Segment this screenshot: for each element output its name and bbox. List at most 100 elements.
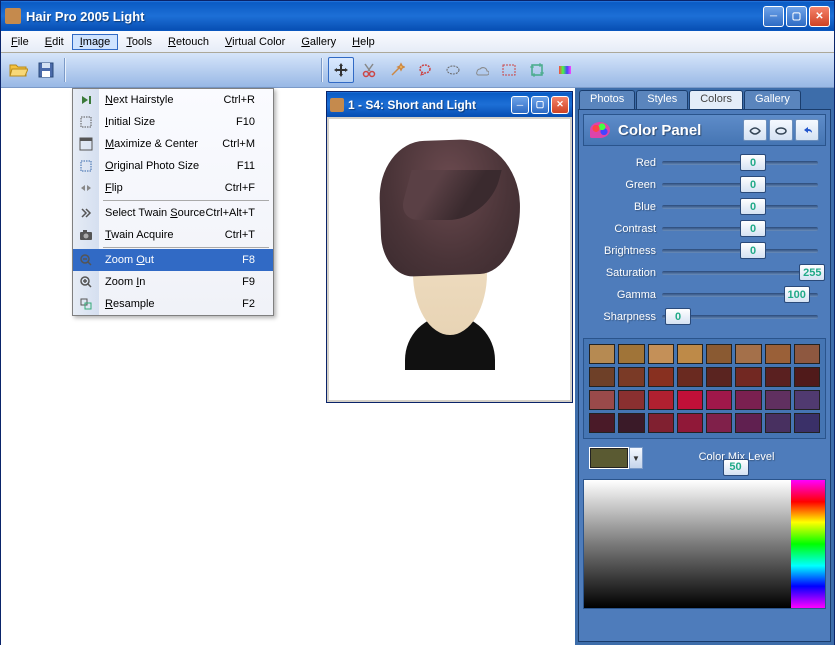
menu-help[interactable]: Help	[344, 34, 383, 50]
swatch-6[interactable]	[765, 344, 791, 364]
menu-item-next-hairstyle[interactable]: Next HairstyleCtrl+R	[73, 89, 273, 111]
image-window-titlebar[interactable]: 1 - S4: Short and Light ─ ▢ ✕	[327, 92, 572, 117]
swatch-30[interactable]	[765, 413, 791, 433]
swatch-21[interactable]	[735, 390, 761, 410]
menu-item-resample[interactable]: ResampleF2	[73, 293, 273, 315]
swatch-23[interactable]	[794, 390, 820, 410]
swatch-29[interactable]	[735, 413, 761, 433]
swatch-2[interactable]	[648, 344, 674, 364]
maximize-button[interactable]: ▢	[786, 6, 807, 27]
swatch-5[interactable]	[735, 344, 761, 364]
menu-virtual-color[interactable]: Virtual Color	[217, 34, 293, 50]
color-spectrum[interactable]	[583, 479, 826, 609]
swatch-12[interactable]	[706, 367, 732, 387]
mix-level-thumb[interactable]: 50	[723, 459, 749, 476]
menu-item-original-photo-size[interactable]: Original Photo SizeF11	[73, 155, 273, 177]
toolbar-ellipse[interactable]	[440, 57, 466, 83]
toolbar-crop[interactable]	[524, 57, 550, 83]
swatch-13[interactable]	[735, 367, 761, 387]
toolbar-marquee[interactable]	[496, 57, 522, 83]
image-window-minimize[interactable]: ─	[511, 96, 529, 114]
menu-tools[interactable]: Tools	[118, 34, 160, 50]
swatch-28[interactable]	[706, 413, 732, 433]
swatch-14[interactable]	[765, 367, 791, 387]
swatch-16[interactable]	[589, 390, 615, 410]
grey-gradient[interactable]	[584, 480, 791, 608]
swatch-1[interactable]	[618, 344, 644, 364]
menu-item-select-twain-source[interactable]: Select Twain SourceCtrl+Alt+T	[73, 202, 273, 224]
swatch-22[interactable]	[765, 390, 791, 410]
swatch-11[interactable]	[677, 367, 703, 387]
toolbar-cut[interactable]	[356, 57, 382, 83]
tab-photos[interactable]: Photos	[579, 90, 635, 109]
slider-thumb[interactable]: 0	[740, 198, 766, 215]
slider-thumb[interactable]: 0	[740, 154, 766, 171]
swatch-26[interactable]	[648, 413, 674, 433]
swatch-17[interactable]	[618, 390, 644, 410]
image-window-close[interactable]: ✕	[551, 96, 569, 114]
toolbar-wand[interactable]	[384, 57, 410, 83]
menu-edit[interactable]: Edit	[37, 34, 72, 50]
swatch-20[interactable]	[706, 390, 732, 410]
slider-green: Green0	[587, 174, 822, 196]
toolbar-open[interactable]	[5, 57, 31, 83]
image-window-maximize[interactable]: ▢	[531, 96, 549, 114]
swatch-31[interactable]	[794, 413, 820, 433]
menu-item-initial-size[interactable]: Initial SizeF10	[73, 111, 273, 133]
slider-thumb[interactable]: 0	[740, 242, 766, 259]
tab-colors[interactable]: Colors	[689, 90, 743, 109]
menu-item-zoom-in[interactable]: Zoom InF9	[73, 271, 273, 293]
minimize-button[interactable]: ─	[763, 6, 784, 27]
slider-thumb[interactable]: 255	[799, 264, 825, 281]
menu-retouch[interactable]: Retouch	[160, 34, 217, 50]
slider-thumb[interactable]: 100	[784, 286, 810, 303]
toolbar-move[interactable]	[328, 57, 354, 83]
tab-gallery[interactable]: Gallery	[744, 90, 801, 109]
swatch-24[interactable]	[589, 413, 615, 433]
swatch-25[interactable]	[618, 413, 644, 433]
tab-styles[interactable]: Styles	[636, 90, 688, 109]
slider-track[interactable]: 255	[662, 271, 818, 275]
orig-icon	[73, 155, 99, 177]
swatch-27[interactable]	[677, 413, 703, 433]
swatch-0[interactable]	[589, 344, 615, 364]
menu-item-twain-acquire[interactable]: Twain AcquireCtrl+T	[73, 224, 273, 246]
cloud-mode-button[interactable]	[769, 119, 793, 141]
swatch-7[interactable]	[794, 344, 820, 364]
swatch-18[interactable]	[648, 390, 674, 410]
slider-track[interactable]: 0	[662, 315, 818, 319]
swatch-15[interactable]	[794, 367, 820, 387]
mix-color-dropdown[interactable]: ▼	[629, 447, 643, 469]
menu-image[interactable]: Image	[72, 34, 119, 50]
menu-file[interactable]: File	[3, 34, 37, 50]
slider-thumb[interactable]: 0	[740, 220, 766, 237]
image-window[interactable]: 1 - S4: Short and Light ─ ▢ ✕	[326, 91, 573, 403]
image-canvas[interactable]	[327, 117, 572, 402]
menu-item-zoom-out[interactable]: Zoom OutF8	[73, 249, 273, 271]
slider-track[interactable]: 0	[662, 249, 818, 253]
slider-track[interactable]: 100	[662, 293, 818, 297]
slider-track[interactable]: 0	[662, 227, 818, 231]
menu-item-maximize-center[interactable]: Maximize & CenterCtrl+M	[73, 133, 273, 155]
toolbar-save[interactable]	[33, 57, 59, 83]
slider-thumb[interactable]: 0	[665, 308, 691, 325]
swatch-10[interactable]	[648, 367, 674, 387]
undo-button[interactable]	[795, 119, 819, 141]
slider-track[interactable]: 0	[662, 183, 818, 187]
swatch-9[interactable]	[618, 367, 644, 387]
swatch-3[interactable]	[677, 344, 703, 364]
toolbar-cloud[interactable]	[468, 57, 494, 83]
toolbar-prism[interactable]	[552, 57, 578, 83]
menu-gallery[interactable]: Gallery	[293, 34, 344, 50]
slider-track[interactable]: 0	[662, 161, 818, 165]
slider-thumb[interactable]: 0	[740, 176, 766, 193]
swatch-8[interactable]	[589, 367, 615, 387]
paint-mode-button[interactable]	[743, 119, 767, 141]
toolbar-lasso[interactable]	[412, 57, 438, 83]
swatch-19[interactable]	[677, 390, 703, 410]
slider-track[interactable]: 0	[662, 205, 818, 209]
close-button[interactable]: ✕	[809, 6, 830, 27]
hue-strip[interactable]	[791, 480, 825, 608]
swatch-4[interactable]	[706, 344, 732, 364]
menu-item-flip[interactable]: FlipCtrl+F	[73, 177, 273, 199]
